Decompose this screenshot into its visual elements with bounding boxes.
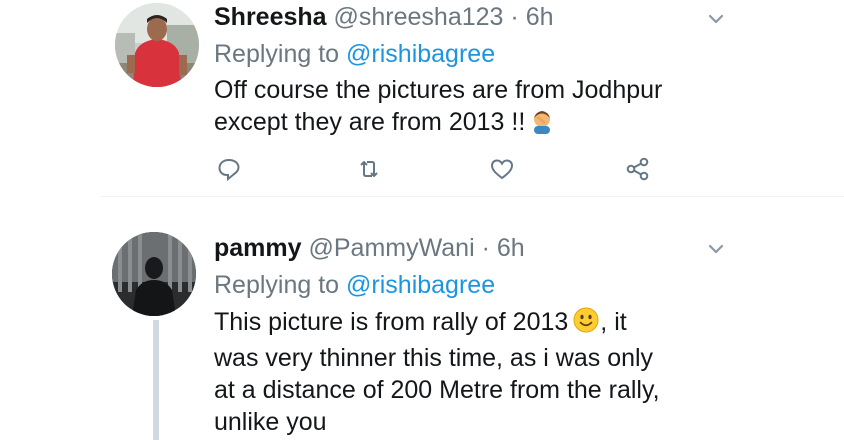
reply-icon[interactable] [214,154,244,184]
thread-connector-line [153,320,159,440]
tweet-text: Off course the pictures are from Jodhpur… [214,74,774,142]
user-handle[interactable]: @shreesha123 [334,3,504,31]
tweet-text-segment: This picture is from rally of 2013 [214,308,569,336]
tweet-thread: Shreesha @shreesha123 · 6h Replying to @… [0,0,844,440]
avatar-shreesha-image [115,3,199,87]
display-name[interactable]: pammy [214,234,302,262]
time-separator: · [481,234,490,262]
tweet-time[interactable]: 6h [526,3,554,31]
user-handle[interactable]: @PammyWani [309,234,475,262]
like-icon[interactable] [487,154,517,184]
share-icon[interactable] [623,154,653,184]
tweet-divider [100,196,844,197]
tweet-header: Shreesha @shreesha123 · 6h [214,2,554,32]
replying-to-line: Replying to @rishibagree [214,39,495,69]
tweet-text-segment: except they are from 2013 !! [214,108,526,136]
slightly-smiling-face-emoji [572,306,600,342]
tweet-text-line: Off course the pictures are from Jodhpur [214,76,663,104]
display-name[interactable]: Shreesha [214,3,327,31]
avatar-shreesha[interactable] [115,3,199,87]
avatar-pammy-image [112,232,196,316]
replying-to-label: Replying to [214,40,340,68]
avatar-pammy[interactable] [112,232,196,316]
chevron-down-icon[interactable] [705,8,727,30]
tweet-header: pammy @PammyWani · 6h [214,233,525,263]
tweet-text-line: at a distance of 200 Metre from the rall… [214,376,660,404]
replying-to-label: Replying to [214,271,340,299]
person-facepalming-emoji [529,108,555,142]
tweet-text: This picture is from rally of 2013 , it w… [214,306,774,438]
tweet-text-line: This picture is from rally of 2013 , it [214,306,774,342]
tweet-text-line: except they are from 2013 !! [214,106,774,142]
replying-to-mention[interactable]: @rishibagree [346,40,495,68]
tweet-text-line: was very thinner this time, as i was onl… [214,344,654,372]
chevron-down-icon[interactable] [705,238,727,260]
tweet-text-line: unlike you [214,408,327,436]
replying-to-mention[interactable]: @rishibagree [346,271,495,299]
tweet-time[interactable]: 6h [497,234,525,262]
tweet-text-segment: , it [600,308,627,336]
retweet-icon[interactable] [354,154,384,184]
replying-to-line: Replying to @rishibagree [214,270,495,300]
time-separator: · [510,3,519,31]
